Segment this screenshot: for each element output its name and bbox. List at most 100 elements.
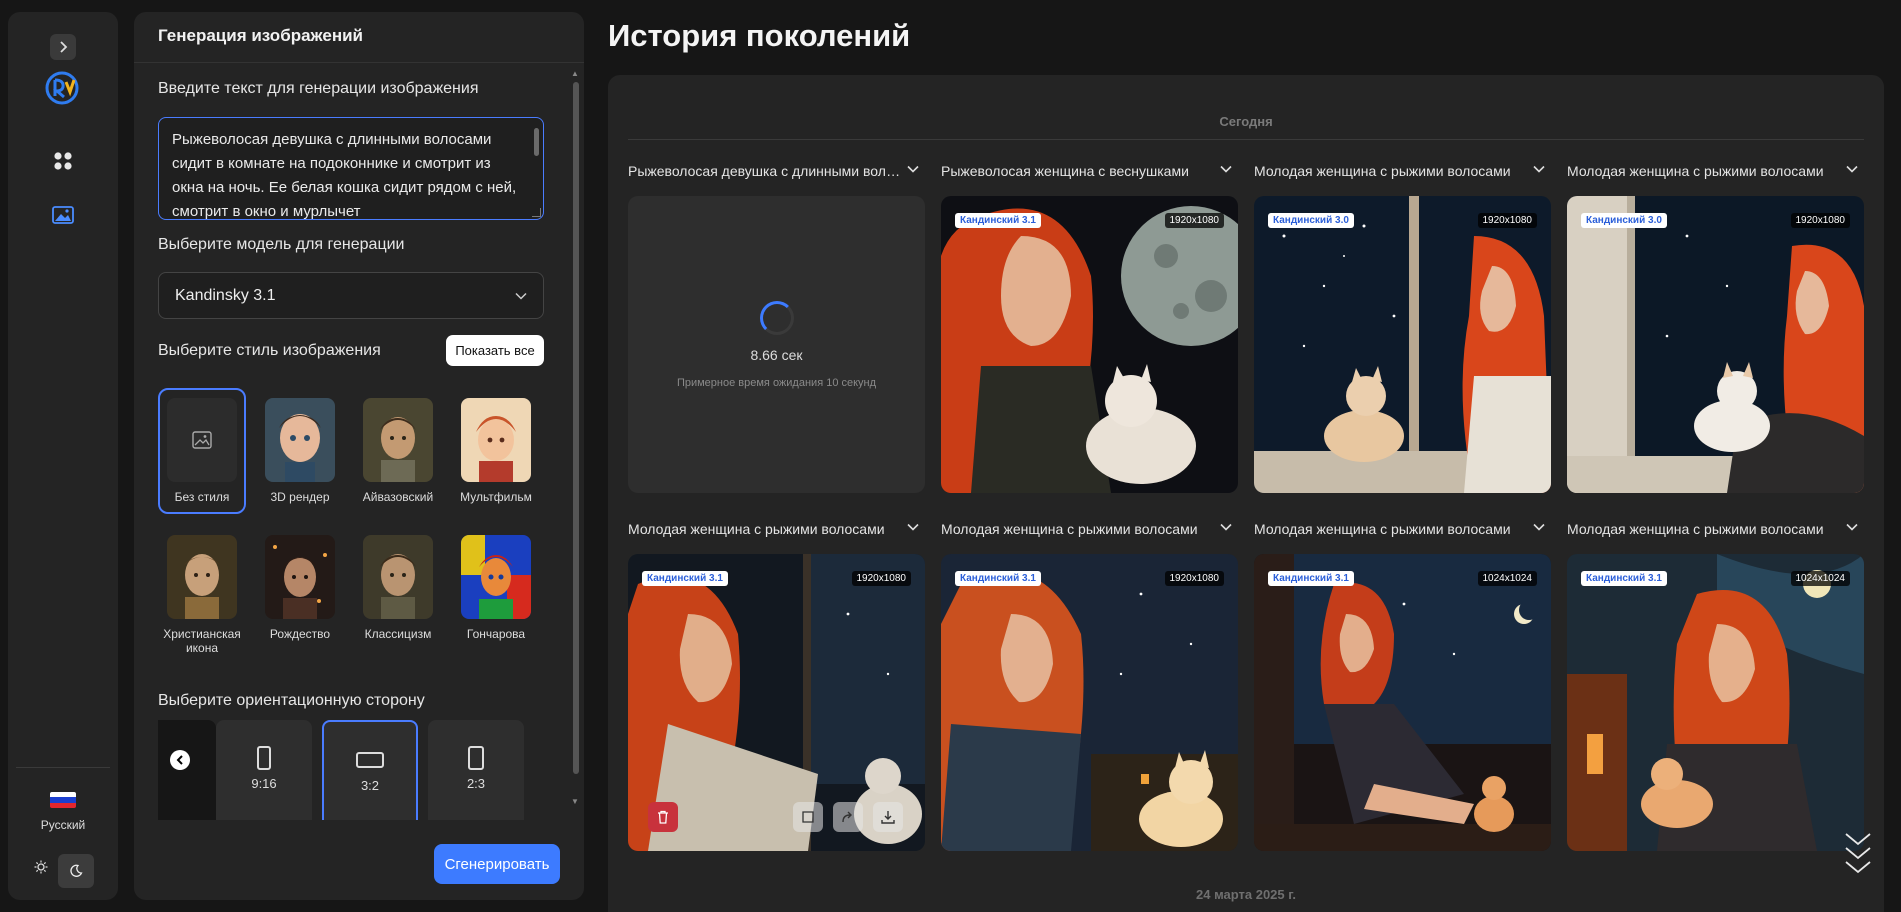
card-title-dropdown[interactable]: Молодая женщина с рыжими волосами xyxy=(941,521,1238,543)
style-name: Рождество xyxy=(269,627,331,641)
apps-grid-icon xyxy=(54,152,72,170)
generated-image[interactable]: Кандинский 3.1 1920x1080 xyxy=(941,554,1238,851)
model-select-value: Kandinsky 3.1 xyxy=(175,286,276,304)
history-area: Сегодня Рыжеволосая девушка с длинными в… xyxy=(608,75,1884,912)
card-title-dropdown[interactable]: Рыжеволосая девушка с длинными волосами … xyxy=(628,163,925,185)
style-option-cartoon[interactable]: Мультфильм xyxy=(452,398,540,504)
card-title: Молодая женщина с рыжими волосами xyxy=(1567,163,1824,179)
dark-theme-button[interactable] xyxy=(58,854,94,888)
show-all-styles-button[interactable]: Показать все xyxy=(446,335,544,366)
share-button[interactable] xyxy=(833,802,863,832)
delete-button[interactable] xyxy=(648,802,678,832)
style-name: Мультфильм xyxy=(460,490,532,504)
light-theme-button[interactable] xyxy=(28,854,54,880)
chevron-down-icon xyxy=(1846,165,1858,173)
card-title: Молодая женщина с рыжими волосами xyxy=(628,521,885,537)
generation-card: Молодая женщина с рыжими волосами Кандин… xyxy=(1254,163,1551,493)
card-title: Молодая женщина с рыжими волосами xyxy=(941,521,1198,537)
generation-card: Молодая женщина с рыжими волосами Кандин… xyxy=(941,521,1238,851)
prompt-text: Рыжеволосая девушка с длинными волосами … xyxy=(172,131,517,220)
generation-card: Молодая женщина с рыжими волосами Кандин… xyxy=(1254,521,1551,851)
orientation-label: Выберите ориентационную сторону xyxy=(158,692,425,709)
language-label[interactable]: Русский xyxy=(8,818,118,832)
card-title: Молодая женщина с рыжими волосами xyxy=(1567,521,1824,537)
style-thumb-cartoon xyxy=(461,398,531,482)
card-title-dropdown[interactable]: Молодая женщина с рыжими волосами xyxy=(1567,163,1864,185)
generation-panel: Генерация изображений ▲ ▼ Введите текст … xyxy=(134,12,584,900)
trash-icon xyxy=(658,810,668,824)
resize-handle-icon[interactable] xyxy=(532,208,541,217)
prompt-textarea[interactable]: Рыжеволосая девушка с длинными волосами … xyxy=(158,117,544,220)
generation-card: Молодая женщина с рыжими волосами Кандин… xyxy=(1567,521,1864,851)
scroll-down-arrow-icon[interactable]: ▼ xyxy=(571,797,579,806)
resolution-badge: 1920x1080 xyxy=(1477,213,1537,228)
language-flag-icon[interactable] xyxy=(50,792,76,808)
card-title-dropdown[interactable]: Молодая женщина с рыжими волосами xyxy=(1254,521,1551,543)
generated-image[interactable]: Кандинский 3.1 1024x1024 xyxy=(1567,554,1864,851)
model-select[interactable]: Kandinsky 3.1 xyxy=(158,272,544,319)
download-icon xyxy=(881,811,895,824)
model-badge: Кандинский 3.0 xyxy=(1581,213,1667,228)
style-thumb-christian-icon xyxy=(167,535,237,619)
style-option-christian-icon[interactable]: Христианская икона xyxy=(158,535,246,655)
style-option-goncharova[interactable]: Гончарова xyxy=(452,535,540,641)
card-title-dropdown[interactable]: Рыжеволосая женщина с веснушками xyxy=(941,163,1238,185)
style-option-no-style[interactable]: Без стиля xyxy=(158,388,246,514)
app-logo[interactable] xyxy=(44,70,80,106)
chevron-down-icon xyxy=(1533,523,1545,531)
style-thumb-aivazovsky xyxy=(363,398,433,482)
model-badge: Кандинский 3.0 xyxy=(1268,213,1354,228)
generated-image[interactable]: Кандинский 3.1 1024x1024 xyxy=(1254,554,1551,851)
image-generation-nav-button[interactable] xyxy=(50,202,76,228)
prompt-label: Введите текст для генерации изображения xyxy=(158,80,479,97)
style-name: Классицизм xyxy=(364,627,432,641)
moon-icon xyxy=(70,864,83,877)
style-name: Христианская икона xyxy=(163,627,241,655)
orientation-option-2-3[interactable]: 2:3 xyxy=(428,720,524,820)
generated-image[interactable]: Кандинский 3.0 1920x1080 xyxy=(1254,196,1551,493)
landscape-frame-icon xyxy=(356,752,384,768)
model-badge: Кандинский 3.1 xyxy=(1581,571,1667,586)
style-name: 3D рендер xyxy=(270,490,330,504)
generated-image[interactable]: Кандинский 3.0 1920x1080 xyxy=(1567,196,1864,493)
generated-image[interactable]: Кандинский 3.1 1920x1080 xyxy=(941,196,1238,493)
portrait-frame-icon xyxy=(257,746,271,770)
panel-scrollbar[interactable] xyxy=(573,82,579,774)
style-option-3d-render[interactable]: 3D рендер xyxy=(256,398,344,504)
card-title-dropdown[interactable]: Молодая женщина с рыжими волосами xyxy=(1567,521,1864,543)
card-title-dropdown[interactable]: Молодая женщина с рыжими волосами xyxy=(1254,163,1551,185)
style-option-classicism[interactable]: Классицизм xyxy=(354,535,442,641)
generated-image[interactable]: Кандинский 3.1 1920x1080 xyxy=(628,554,925,851)
loading-spinner-icon xyxy=(759,300,794,335)
orientation-option-3-2[interactable]: 3:2 xyxy=(322,720,418,820)
scroll-up-arrow-icon[interactable]: ▲ xyxy=(571,69,579,78)
orientation-label-text: 3:2 xyxy=(360,778,380,793)
model-badge: Кандинский 3.1 xyxy=(955,213,1041,228)
card-title-dropdown[interactable]: Молодая женщина с рыжими волосами xyxy=(628,521,925,543)
chevron-down-icon xyxy=(515,292,527,300)
share-icon xyxy=(842,811,852,823)
carousel-prev-button[interactable] xyxy=(170,750,190,770)
model-badge: Кандинский 3.1 xyxy=(955,571,1041,586)
model-badge: Кандинский 3.1 xyxy=(1268,571,1354,586)
style-option-aivazovsky[interactable]: Айвазовский xyxy=(354,398,442,504)
card-title: Молодая женщина с рыжими волосами xyxy=(1254,521,1511,537)
generate-button[interactable]: Сгенерировать xyxy=(434,844,560,884)
prompt-scrollbar[interactable] xyxy=(534,128,539,156)
orientation-carousel: 9:16 3:2 2:3 xyxy=(158,720,544,820)
orientation-option-9-16[interactable]: 9:16 xyxy=(216,720,312,820)
download-button[interactable] xyxy=(873,802,903,832)
image-placeholder-icon xyxy=(192,431,212,449)
regenerate-button[interactable] xyxy=(793,802,823,832)
style-option-christmas[interactable]: Рождество xyxy=(256,535,344,641)
resolution-badge: 1920x1080 xyxy=(1164,213,1224,228)
expand-sidebar-button[interactable] xyxy=(50,34,76,60)
today-section-label: Сегодня xyxy=(1219,114,1273,129)
resolution-badge: 1024x1024 xyxy=(1790,571,1850,586)
logo-icon xyxy=(45,71,79,105)
elapsed-time: 8.66 сек xyxy=(750,346,803,363)
apps-nav-button[interactable] xyxy=(50,148,76,174)
style-thumb-christmas xyxy=(265,535,335,619)
scroll-to-bottom-icon[interactable] xyxy=(1843,830,1873,874)
orientation-option-partial[interactable] xyxy=(158,720,216,820)
